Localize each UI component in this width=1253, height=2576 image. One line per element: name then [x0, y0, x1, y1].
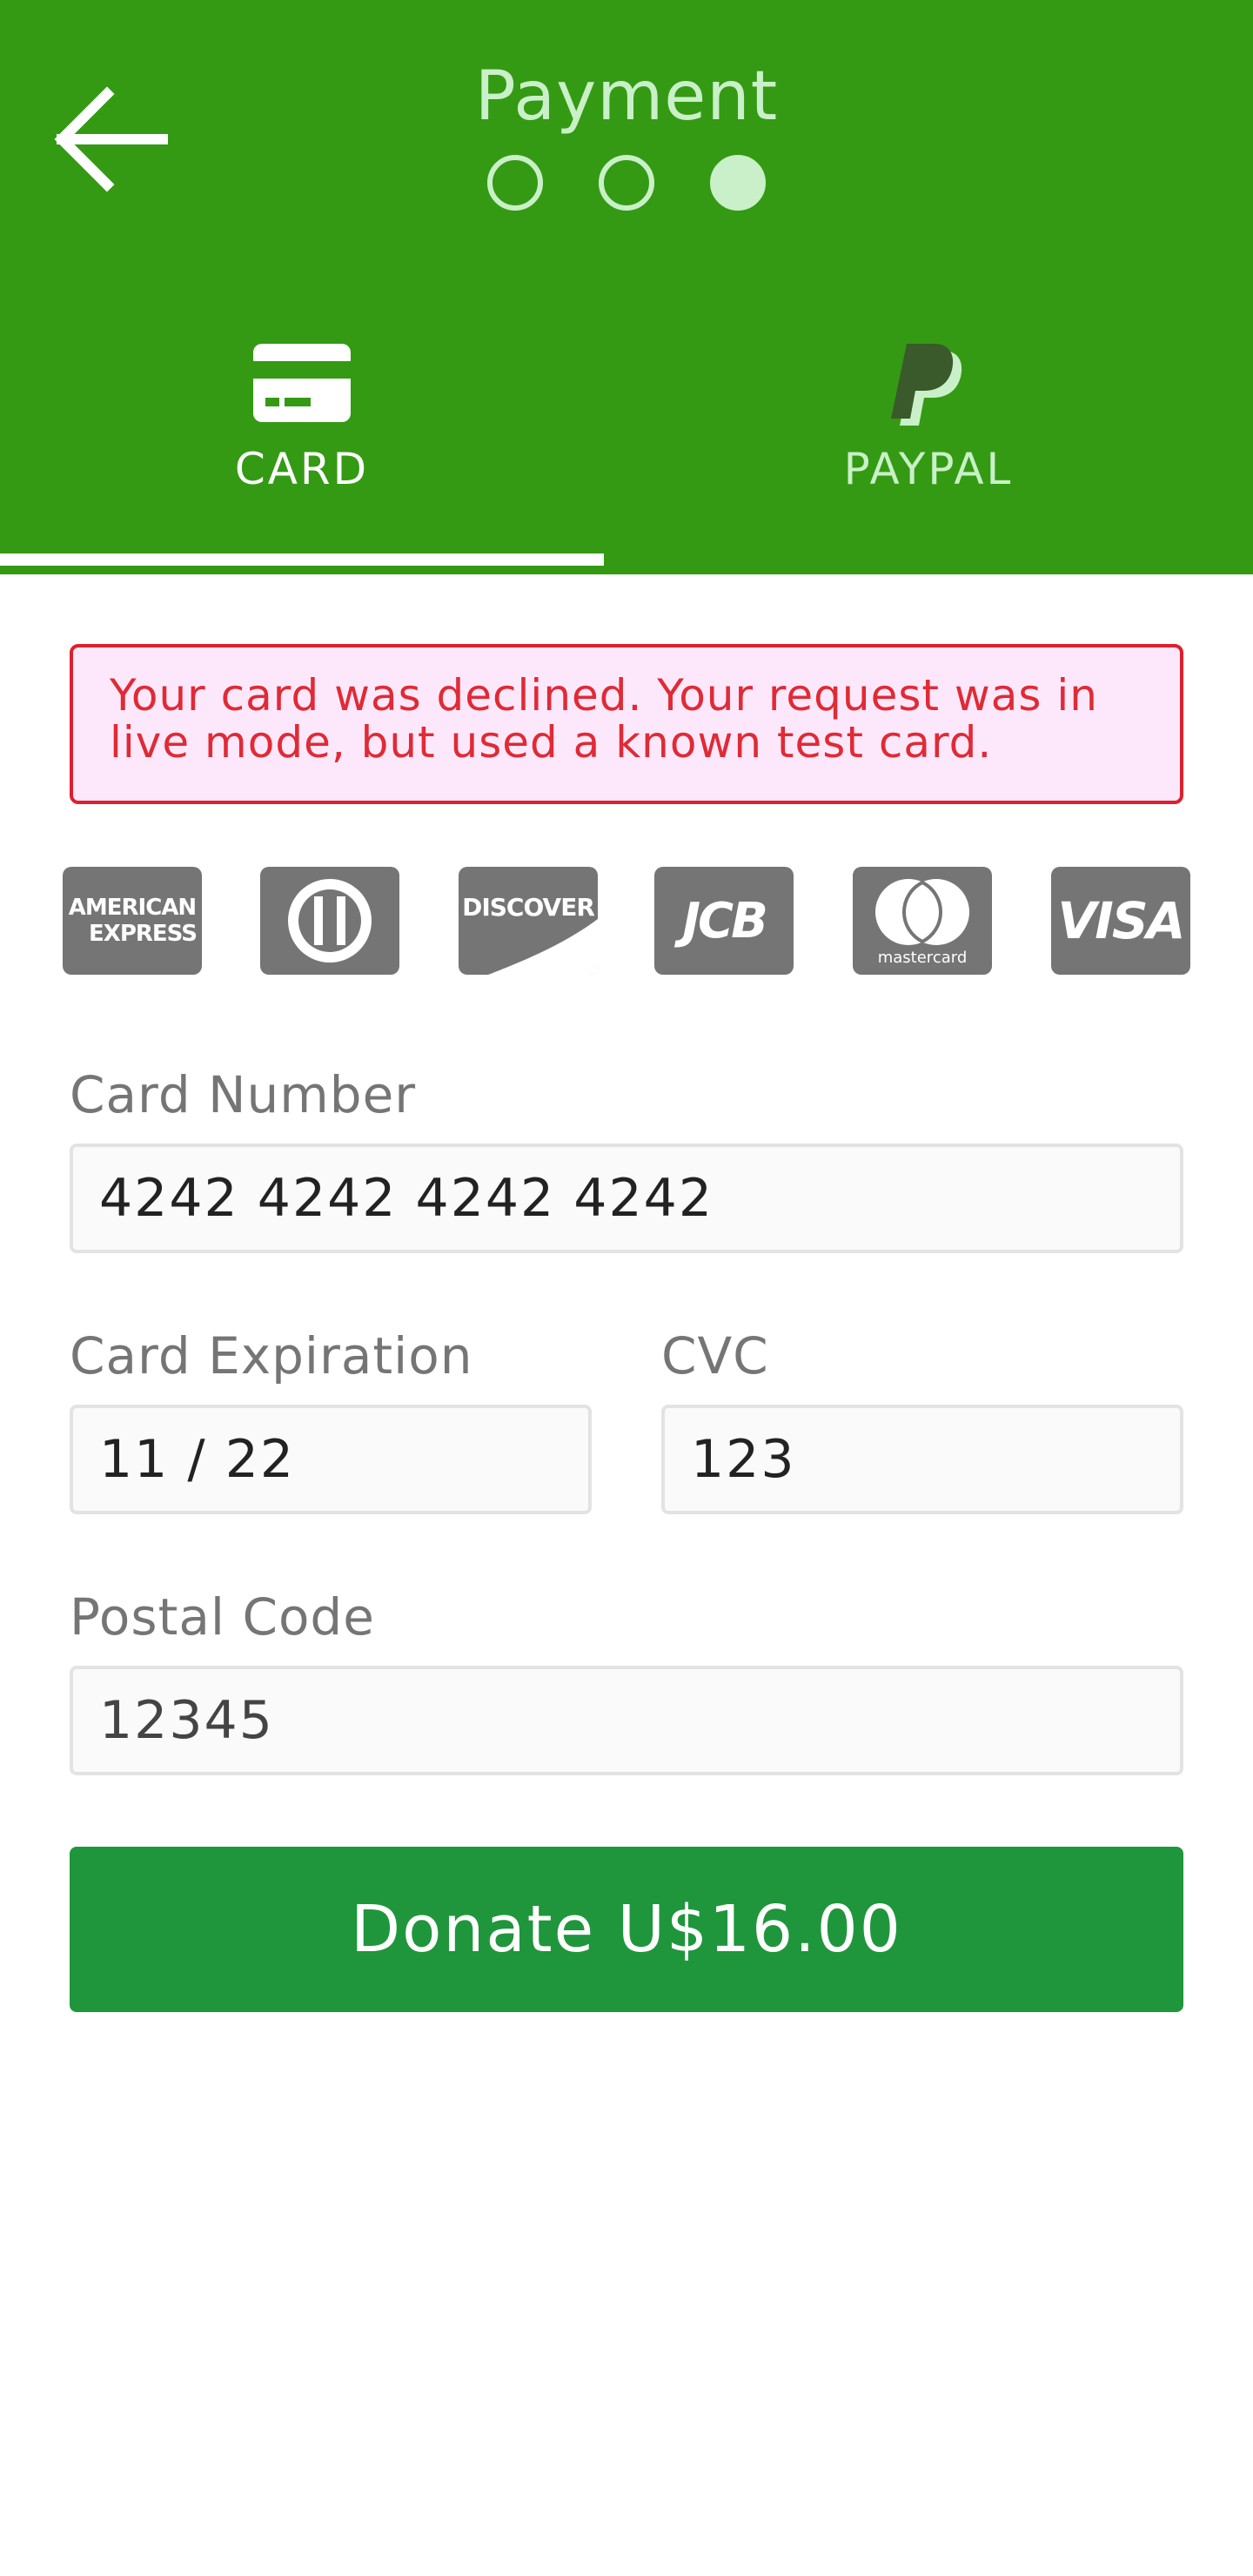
amex-line-2: EXPRESS: [89, 921, 198, 947]
credit-card-icon: [253, 344, 351, 422]
header: Payment CARD PAYPAL: [0, 0, 1253, 574]
visa-logo: VISA: [1051, 867, 1190, 975]
discover-text: DISCOVER: [462, 892, 595, 922]
card-number-value: 4242 4242 4242 4242: [99, 1168, 714, 1229]
tab-paypal[interactable]: PAYPAL: [604, 322, 1253, 574]
step-dot-3-active: [710, 155, 766, 211]
tab-card[interactable]: CARD: [0, 322, 604, 574]
amex-logo: AMERICAN EXPRESS: [63, 867, 202, 975]
card-number-label: Card Number: [70, 1065, 417, 1124]
visa-text: VISA: [1057, 891, 1185, 950]
page-title: Payment: [474, 57, 779, 136]
expiration-value: 11 / 22: [99, 1429, 296, 1490]
step-dot-2: [599, 155, 654, 211]
amex-line-1: AMERICAN: [68, 895, 197, 921]
jcb-logo: JCB: [654, 867, 794, 975]
cvc-label: CVC: [661, 1326, 769, 1385]
diners-club-logo: [260, 867, 399, 975]
cvc-value: 123: [691, 1429, 796, 1490]
tab-paypal-label: PAYPAL: [843, 444, 1014, 494]
postal-code-value: 12345: [99, 1690, 274, 1751]
donate-button[interactable]: Donate U$16.00: [70, 1847, 1183, 2012]
selected-tab-indicator: [0, 553, 604, 566]
postal-code-field[interactable]: 12345: [70, 1666, 1183, 1775]
discover-logo: DISCOVER: [459, 867, 598, 975]
error-message: Your card was declined. Your request was…: [70, 644, 1183, 804]
mastercard-text: mastercard: [877, 949, 968, 967]
jcb-text: JCB: [682, 892, 768, 949]
card-number-field[interactable]: 4242 4242 4242 4242: [70, 1144, 1183, 1253]
card-brands: AMERICAN EXPRESS DISCOVER JCB mastercard…: [63, 867, 1190, 975]
step-indicator: [487, 155, 766, 211]
error-line-1: Your card was declined. Your request was…: [110, 670, 1098, 721]
expiration-label: Card Expiration: [70, 1326, 473, 1385]
postal-code-label: Postal Code: [70, 1587, 375, 1647]
tab-card-label: CARD: [234, 444, 370, 494]
error-line-2: live mode, but used a known test card.: [110, 717, 993, 768]
payment-screen: Payment CARD PAYPAL Your card was declin…: [0, 0, 1253, 2576]
expiration-field[interactable]: 11 / 22: [70, 1405, 592, 1514]
cvc-field[interactable]: 123: [661, 1405, 1183, 1514]
diners-club-icon: [288, 879, 372, 963]
step-dot-1: [487, 155, 543, 211]
mastercard-logo: mastercard: [853, 867, 992, 975]
paypal-icon: [891, 344, 962, 426]
